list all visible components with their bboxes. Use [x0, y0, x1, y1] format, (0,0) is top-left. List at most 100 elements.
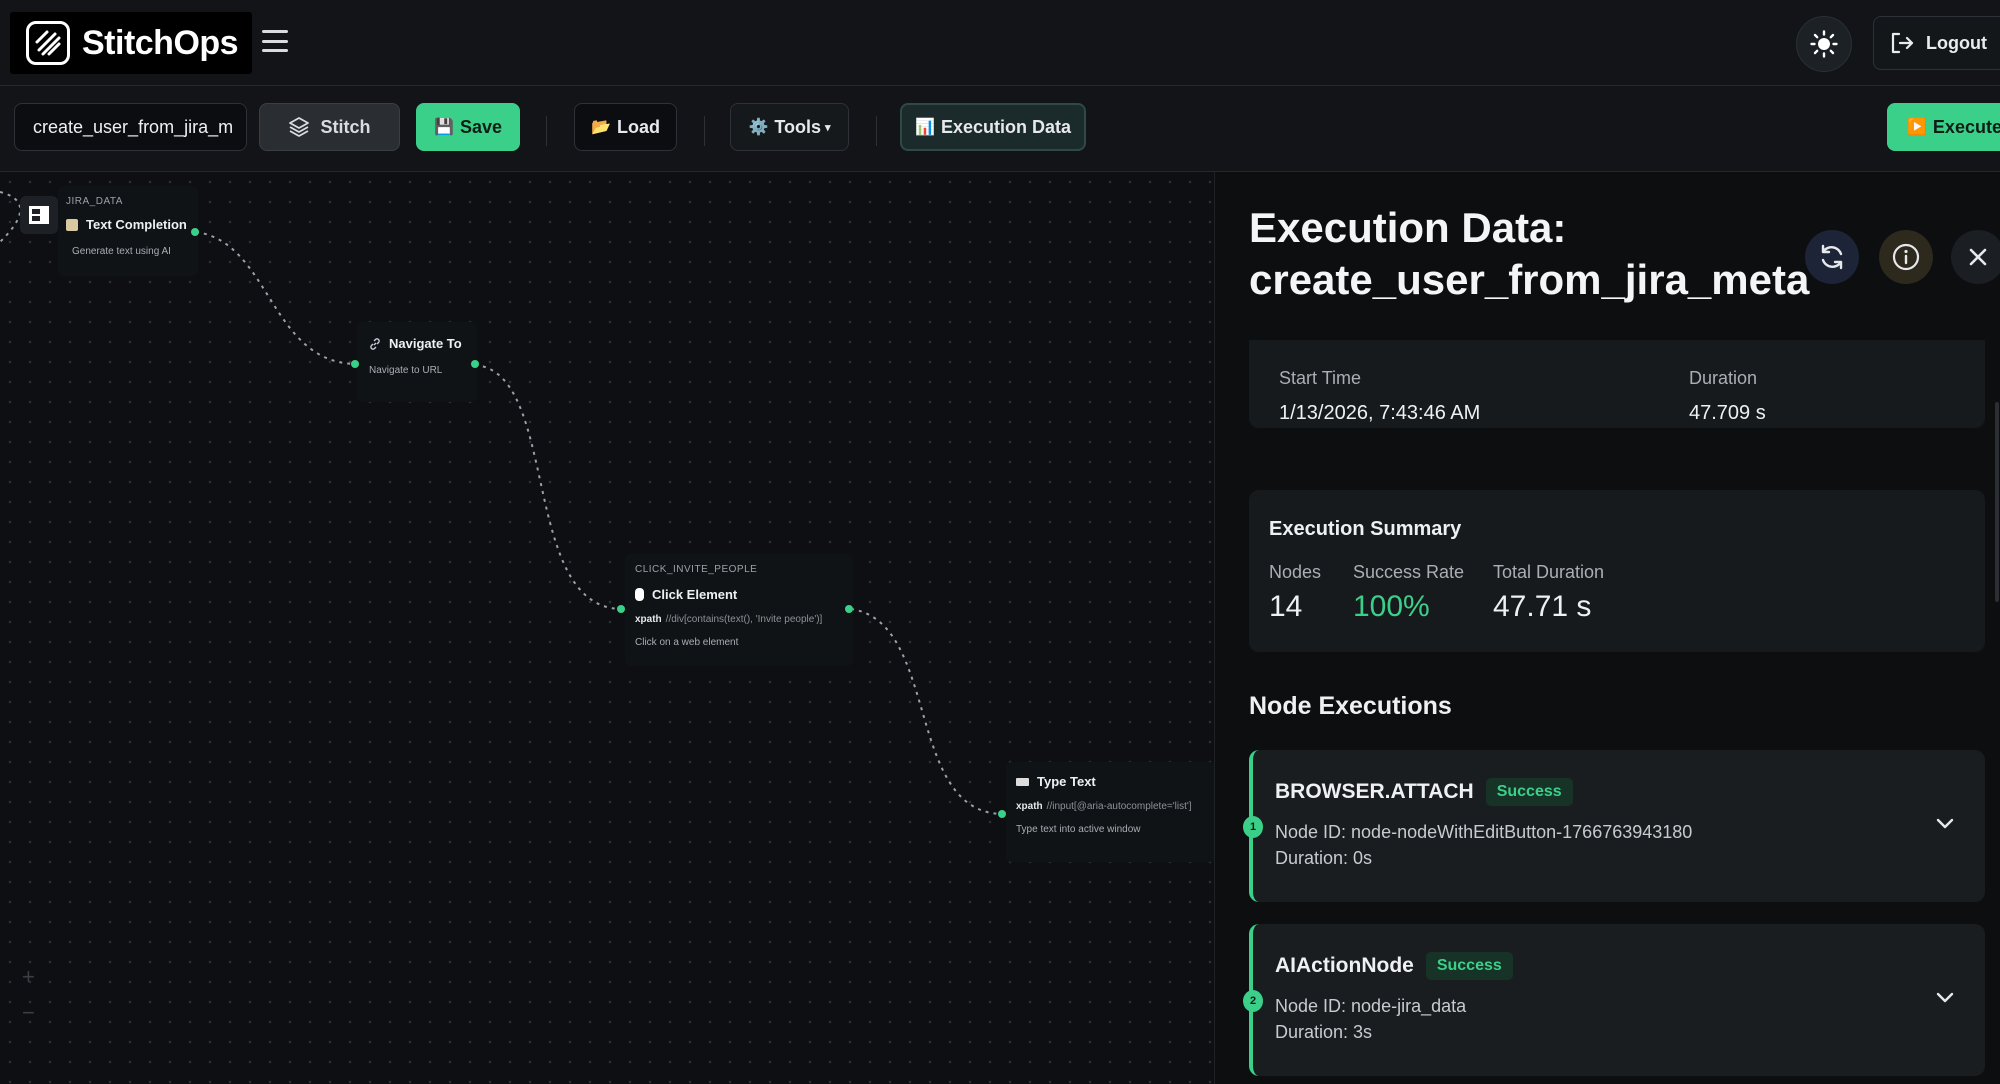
link-icon	[369, 337, 381, 350]
app-header: StitchOps Logout	[0, 0, 2000, 86]
node-subtitle: Generate text using AI	[72, 246, 171, 257]
node-title: Type Text	[1037, 774, 1096, 789]
info-button[interactable]	[1879, 230, 1933, 284]
total-duration-label: Total Duration	[1493, 562, 1605, 582]
workflow-name-input[interactable]: create_user_from_jira_m	[14, 103, 247, 151]
tools-label: Tools	[774, 116, 822, 137]
edge	[0, 191, 22, 243]
start-time-value: 1/13/2026, 7:43:46 AM	[1279, 402, 1481, 424]
execution-data-button[interactable]: 📊 Execution Data	[900, 103, 1086, 151]
tools-dropdown[interactable]: ⚙️ Tools ▾	[730, 103, 849, 151]
panel-scrollbar[interactable]	[1995, 402, 1999, 602]
theme-toggle-button[interactable]	[1796, 16, 1852, 72]
note-icon	[66, 218, 78, 231]
toolbar-divider	[546, 116, 547, 146]
workflow-node[interactable]: Type Text xpath//input[@aria-autocomplet…	[1006, 762, 1214, 862]
node-prop-key: xpath	[635, 614, 662, 625]
load-button[interactable]: 📂 Load	[574, 103, 677, 151]
chevron-down-icon[interactable]	[1935, 990, 1955, 1004]
execution-index: 2	[1243, 990, 1263, 1012]
floppy-disk-icon: 💾	[434, 119, 454, 136]
status-badge: Success	[1425, 952, 1513, 980]
execution-time-card: Start Time 1/13/2026, 7:43:46 AM Duratio…	[1249, 340, 1985, 428]
layers-icon	[289, 117, 310, 137]
sun-icon	[1810, 30, 1838, 58]
stitch-label: Stitch	[320, 116, 371, 137]
edges-layer	[0, 191, 1003, 815]
duration-value: 47.709 s	[1689, 402, 1766, 424]
node-input-handle[interactable]	[351, 360, 359, 368]
workflow-node[interactable]: CLICK_INVITE_PEOPLE Click Element xpath /…	[625, 554, 853, 666]
info-icon	[1892, 243, 1920, 271]
node-output-handle[interactable]	[191, 228, 199, 236]
success-rate-label: Success Rate	[1353, 562, 1465, 582]
execute-label: Execute	[1932, 116, 2000, 137]
edge	[195, 231, 356, 365]
close-button[interactable]	[1951, 230, 2000, 284]
node-output-handle[interactable]	[471, 360, 479, 368]
node-execution-card[interactable]: 2 AIActionNode Success Node ID: node-jir…	[1243, 924, 1985, 1076]
execution-node-name: BROWSER.ATTACH	[1275, 780, 1474, 803]
menu-icon[interactable]	[262, 30, 288, 52]
node-title: Text Completion	[86, 217, 187, 232]
node-tag: JIRA_DATA	[66, 196, 123, 207]
node-subtitle: Type text into active window	[1016, 824, 1141, 835]
caret-down-icon: ▾	[825, 121, 831, 134]
execution-node-id: Node ID: node-jira_data	[1275, 996, 1467, 1016]
nodes-label: Nodes	[1269, 562, 1322, 582]
execution-data-label: Execution Data	[940, 116, 1071, 137]
start-time-label: Start Time	[1279, 368, 1362, 388]
execution-data-panel: Execution Data: create_user_from_jira_me…	[1214, 172, 2000, 1084]
edge	[474, 364, 622, 610]
execution-index: 1	[1243, 816, 1263, 838]
node-tag: CLICK_INVITE_PEOPLE	[635, 564, 758, 575]
panel-icon	[29, 206, 49, 224]
logout-icon	[1891, 32, 1914, 54]
keyboard-icon	[1016, 777, 1029, 786]
node-execution-card[interactable]: 1 BROWSER.ATTACH Success Node ID: node-n…	[1243, 750, 1985, 902]
node-prop-value: //div[contains(text(), 'Invite people')]	[665, 614, 823, 625]
stitchops-logo-icon	[26, 21, 70, 65]
load-label: Load	[616, 116, 660, 137]
node-prop-value: //input[@aria-autocomplete='list']	[1046, 801, 1192, 812]
node-subtitle: Click on a web element	[635, 637, 739, 648]
toolbar: create_user_from_jira_m Stitch 💾 Save 📂 …	[0, 86, 2000, 172]
workflow-node[interactable]: JIRA_DATA Text Completion Generate text …	[58, 186, 198, 276]
zoom-in-icon[interactable]: +	[22, 964, 35, 990]
total-duration-value: 47.71 s	[1493, 590, 1592, 623]
node-input-handle[interactable]	[617, 605, 625, 613]
chevron-down-icon[interactable]	[1935, 816, 1955, 830]
node-title: Click Element	[652, 587, 738, 602]
toolbar-divider	[876, 116, 877, 146]
close-icon	[1969, 248, 1987, 266]
save-button[interactable]: 💾 Save	[416, 103, 520, 151]
node-output-handle[interactable]	[845, 605, 853, 613]
execution-node-id: Node ID: node-nodeWithEditButton-1766763…	[1275, 822, 1693, 842]
workflow-canvas[interactable]: JIRA_DATA Text Completion Generate text …	[0, 172, 1214, 1084]
duration-label: Duration	[1689, 368, 1758, 388]
execution-summary-card: Execution Summary Nodes 14 Success Rate …	[1249, 490, 1985, 652]
edge	[850, 608, 1003, 815]
execution-node-name: AIActionNode	[1275, 954, 1414, 977]
play-icon: ▶️	[1907, 119, 1927, 136]
summary-title: Execution Summary	[1269, 518, 1462, 540]
refresh-icon	[1821, 244, 1843, 270]
brand-logo[interactable]: StitchOps	[10, 12, 252, 74]
sidebar-toggle-button[interactable]	[20, 196, 58, 234]
stitch-button[interactable]: Stitch	[259, 103, 400, 151]
logout-label: Logout	[1926, 32, 1987, 53]
node-executions-title: Node Executions	[1249, 692, 1452, 720]
node-subtitle: Navigate to URL	[369, 365, 443, 376]
node-input-handle[interactable]	[998, 810, 1006, 818]
execution-duration: Duration: 0s	[1275, 848, 1373, 868]
panel-title: Execution Data: create_user_from_jira_me…	[1249, 204, 1810, 303]
workflow-node[interactable]: Navigate To Navigate to URL	[357, 322, 477, 402]
execute-button[interactable]: ▶️ Execute	[1887, 103, 2000, 151]
refresh-button[interactable]	[1805, 230, 1859, 284]
logout-button[interactable]: Logout	[1873, 16, 2000, 70]
zoom-out-icon[interactable]: −	[22, 1000, 35, 1026]
success-rate-value: 100%	[1353, 590, 1430, 623]
toolbar-divider	[704, 116, 705, 146]
node-prop-key: xpath	[1016, 801, 1043, 812]
brand-name: StitchOps	[82, 23, 239, 62]
